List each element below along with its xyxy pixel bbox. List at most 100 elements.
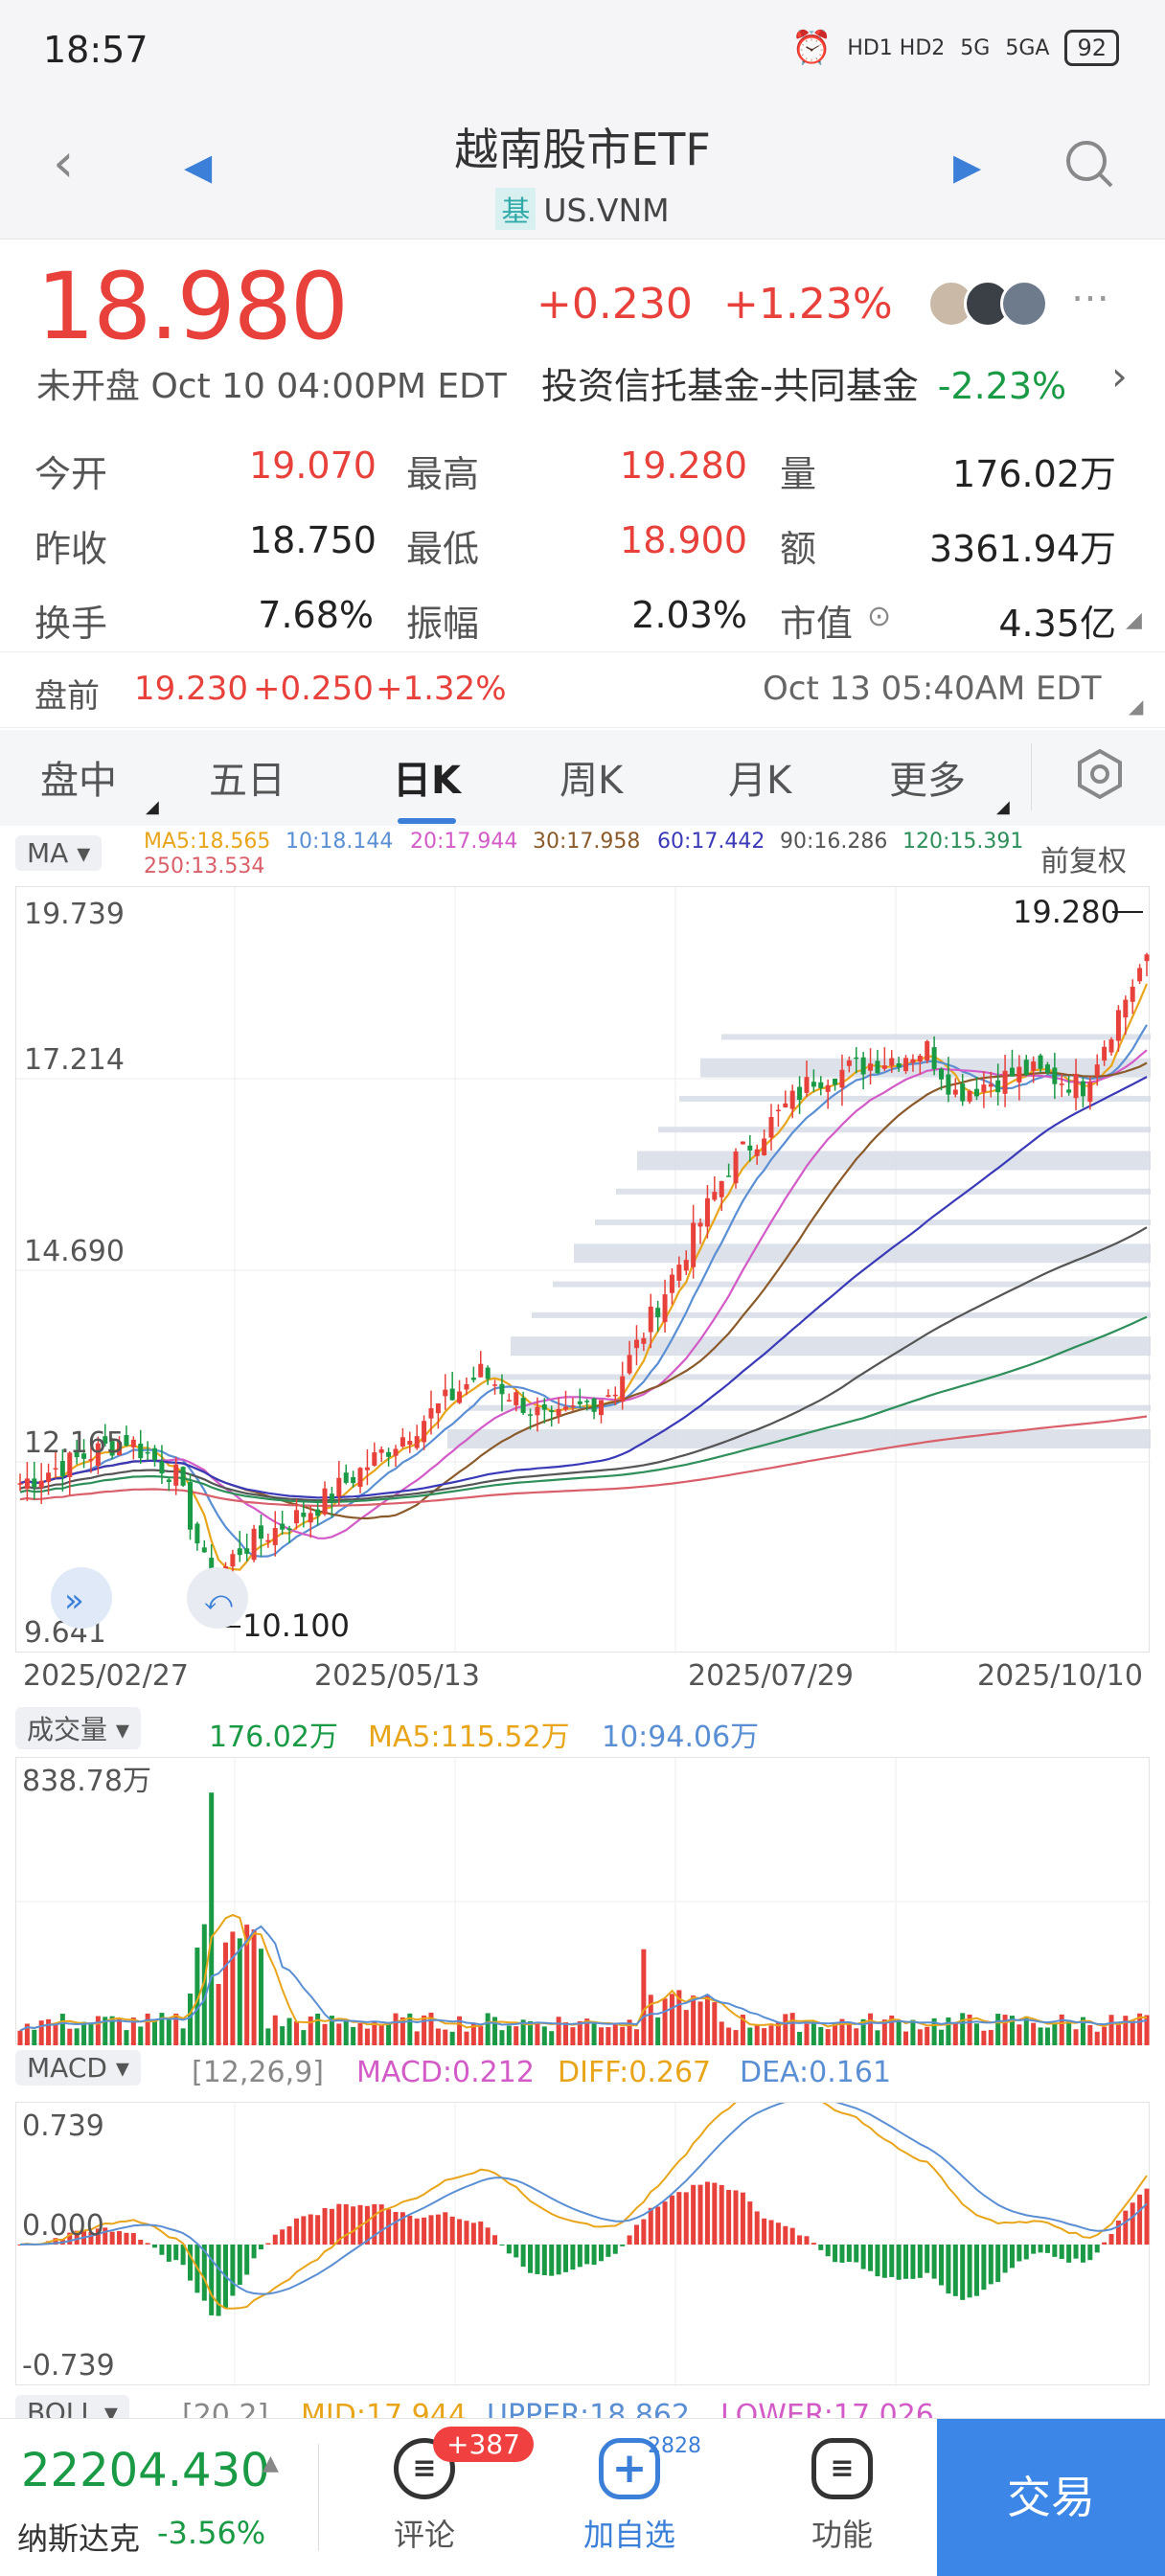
candle-body xyxy=(988,1083,994,1087)
candle-body xyxy=(1073,1073,1079,1099)
volume-bar xyxy=(535,2022,540,2045)
more-icon[interactable]: ⋯ xyxy=(1071,276,1109,320)
macd-selector[interactable]: MACD ▾ xyxy=(15,2050,141,2086)
candle-body xyxy=(1052,1067,1058,1084)
boll-selector[interactable]: BOLL ▾ xyxy=(15,2395,129,2418)
volume-profile-band xyxy=(595,1220,1151,1226)
tab-five-day[interactable]: 五日 xyxy=(209,749,286,805)
candle-body xyxy=(627,1355,632,1374)
candle-body xyxy=(648,1306,653,1333)
volume-bar xyxy=(662,1998,668,2045)
macd-histogram-bar xyxy=(209,2245,215,2315)
volume-profile-band xyxy=(490,1374,1151,1380)
volume-bar xyxy=(719,2021,724,2045)
macd-histogram-bar xyxy=(783,2225,788,2245)
mktcap-label: 市值 xyxy=(780,603,854,645)
volume-legend: 成交量 ▾ 176.02万 MA5:115.52万 10:94.06万 xyxy=(0,1703,1165,1757)
y-label-2: 17.214 xyxy=(24,1043,125,1077)
volume-bar xyxy=(449,2031,455,2045)
volume-bar xyxy=(293,2021,299,2045)
tab-weekly-k[interactable]: 周K xyxy=(560,749,623,805)
kline-chart[interactable]: 19.739 17.214 14.690 12.165 9.641 19.280… xyxy=(15,886,1151,1653)
macd-histogram-bar xyxy=(159,2245,165,2255)
fund-type-link[interactable]: 投资信托基金-共同基金 -2.23% xyxy=(541,356,1066,409)
macd-histogram-bar xyxy=(676,2192,682,2245)
candle-body xyxy=(825,1084,831,1092)
adjust-mode[interactable]: 前复权 xyxy=(1040,837,1127,879)
macd-value: MACD:0.212 xyxy=(356,2056,535,2089)
macd-chart[interactable]: 0.739 0.000 -0.739 xyxy=(15,2090,1151,2386)
mktcap-value: 4.35亿 xyxy=(998,603,1116,645)
ma-selector[interactable]: MA ▾ xyxy=(15,835,103,871)
trade-button[interactable]: 交易 xyxy=(937,2419,1165,2576)
macd-histogram-bar xyxy=(1002,2245,1008,2273)
boll-params: [20,2] xyxy=(182,2399,269,2418)
candle-body xyxy=(740,1141,745,1145)
macd-histogram-bar xyxy=(1009,2245,1015,2268)
macd-histogram-bar xyxy=(138,2240,144,2245)
macd-histogram-bar xyxy=(449,2216,455,2245)
volume-bar xyxy=(145,2013,150,2045)
candle-body xyxy=(478,1363,484,1378)
macd-histogram-bar xyxy=(1080,2245,1085,2263)
candle-body xyxy=(981,1084,987,1092)
expand-icon[interactable]: ◢ xyxy=(1129,695,1143,718)
expand-icon[interactable]: ◢ xyxy=(1126,608,1142,632)
macd-histogram-bar xyxy=(351,2206,356,2245)
volume-profile-band xyxy=(658,1127,1151,1133)
alarm-icon: ⏰ xyxy=(790,29,833,67)
quote-header: 18.980 +0.230 +1.23% ⋯ 未开盘 Oct 10 04:00P… xyxy=(0,241,1165,423)
candle-body xyxy=(804,1077,810,1093)
candle-body xyxy=(584,1401,590,1402)
macd-histogram-bar xyxy=(747,2201,753,2245)
search-icon[interactable] xyxy=(1063,138,1117,205)
volume-bar xyxy=(216,1984,221,2045)
candle-body xyxy=(46,1472,52,1483)
volume-bar xyxy=(591,2020,597,2045)
tab-more[interactable]: 更多 xyxy=(889,749,966,805)
macd-histogram-bar xyxy=(655,2206,661,2245)
function-button[interactable]: ≡ 功能 xyxy=(780,2438,904,2555)
user-avatars[interactable] xyxy=(927,280,1048,328)
volume-profile-band xyxy=(574,1243,1151,1264)
expand-left-button[interactable]: » xyxy=(51,1567,112,1629)
volume-chart[interactable]: 838.78万 xyxy=(15,1757,1151,2045)
volume-selector[interactable]: 成交量 ▾ xyxy=(15,1707,141,1749)
volume-bar xyxy=(641,1949,647,2045)
reset-zoom-button[interactable]: ⤺ xyxy=(187,1567,248,1629)
macd-histogram-bar xyxy=(130,2232,136,2245)
candle-body xyxy=(492,1384,498,1386)
candle-body xyxy=(683,1260,689,1271)
candle-body xyxy=(1031,1061,1037,1071)
macd-histogram-bar xyxy=(633,2224,639,2245)
candle-body xyxy=(336,1477,342,1497)
chart-settings-icon[interactable] xyxy=(1073,747,1127,810)
candle-body xyxy=(691,1222,697,1267)
ma250-value: 250:13.534 xyxy=(144,855,265,878)
macd-histogram-bar xyxy=(825,2245,831,2257)
candle-body xyxy=(1137,968,1143,982)
candle-body xyxy=(166,1479,171,1483)
volume-bar xyxy=(1066,2019,1072,2045)
volume-bar xyxy=(301,2030,307,2045)
candle-body xyxy=(188,1482,194,1530)
function-label: 功能 xyxy=(811,2517,873,2553)
next-stock-icon[interactable]: ▶ xyxy=(953,146,981,188)
volume-bar xyxy=(478,2026,484,2045)
info-icon[interactable]: ⊙ xyxy=(867,600,891,633)
tab-intraday[interactable]: 盘中 xyxy=(40,749,117,805)
macd-histogram-bar xyxy=(839,2245,845,2263)
volume-bar xyxy=(67,2028,73,2045)
macd-histogram-bar xyxy=(556,2245,561,2275)
volume-svg: 838.78万 xyxy=(16,1758,1151,2045)
volume-bar xyxy=(896,2019,902,2045)
candle-body xyxy=(789,1090,795,1109)
macd-histogram-bar xyxy=(1044,2245,1050,2253)
candle-body xyxy=(549,1410,555,1413)
chevron-right-icon[interactable]: › xyxy=(1111,353,1128,399)
volume-bar xyxy=(754,2024,760,2045)
macd-histogram-bar xyxy=(1123,2210,1129,2245)
tab-monthly-k[interactable]: 月K xyxy=(728,749,791,805)
tab-daily-k[interactable]: 日K xyxy=(393,749,461,824)
macd-histogram-bar xyxy=(230,2245,236,2296)
